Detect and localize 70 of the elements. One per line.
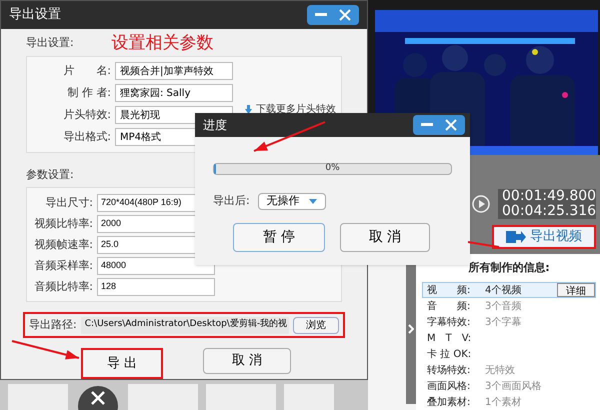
info-label: 音 频: (427, 300, 472, 314)
dialog-button[interactable]: 暂 停 (233, 223, 325, 252)
field-label: 导出尺寸: (44, 194, 94, 211)
arrow-icon (252, 120, 327, 153)
info-value: 3个音频 (485, 300, 522, 314)
field-label: 片头特效: (62, 107, 112, 124)
caret-icon (308, 199, 317, 204)
section-heading: 参数设置: (26, 166, 74, 183)
arrow-icon (10, 339, 81, 362)
play-icon[interactable] (472, 195, 490, 213)
info-label: 字幕特效: (427, 316, 472, 330)
progress-text: 0% (325, 162, 340, 176)
input-field[interactable]: 128 (97, 278, 215, 296)
minimize-icon[interactable] (421, 123, 433, 127)
field-label: 音频比特率: (33, 278, 94, 295)
info-row[interactable]: 叠加素材: 1个素材 (422, 394, 596, 410)
download-icon (245, 104, 252, 114)
field-label: 音频采样率: (33, 258, 94, 274)
thumbnail-slot[interactable] (206, 384, 276, 410)
info-label: 转场特效: (427, 364, 472, 378)
window-title: 导出设置 (9, 6, 61, 24)
input-field[interactable]: 48000 (97, 256, 215, 275)
export-icon (506, 230, 526, 244)
field-label: 导出路径: (29, 316, 77, 333)
thumbnail-slot[interactable] (284, 384, 334, 410)
info-row[interactable]: 卡 拉 OK: (422, 346, 596, 362)
field-label: 视频比特率: (33, 216, 94, 232)
info-label: 视 频: (427, 284, 472, 298)
field-label: 视频帧速率: (33, 236, 94, 253)
field-label: 片 名: (62, 63, 112, 80)
info-value: 无特效 (485, 364, 515, 378)
info-row[interactable]: 字幕特效: 3个字幕 (422, 314, 596, 330)
info-label: M T V: (427, 332, 472, 346)
download-link[interactable]: 下载更多片头特效 (256, 102, 336, 117)
input-field[interactable]: C:\Users\Administrator\Desktop\爱剪辑-我的视 (80, 316, 289, 334)
export-video-button[interactable]: 导出视频 (492, 225, 596, 249)
leader-line (468, 241, 500, 249)
info-row[interactable]: M T V: (422, 330, 596, 346)
info-value: 1个素材 (485, 396, 522, 410)
browse-button[interactable]: 浏览 (293, 316, 339, 334)
thumbnail-slot[interactable] (128, 384, 198, 410)
info-label: 叠加素材: (427, 396, 472, 410)
dropdown[interactable]: 无操作 (258, 193, 326, 210)
info-row[interactable]: 音 频: 3个音频 (422, 298, 596, 314)
chevron-icon (408, 324, 414, 334)
info-row[interactable]: 视 频: 4个视频 详细 (422, 282, 596, 298)
section-heading: 导出设置: (26, 35, 74, 52)
dialog-button[interactable]: 导 出 (81, 348, 163, 379)
annotation-text: 设置相关参数 (112, 34, 214, 52)
info-row[interactable]: 转场特效: 无特效 (422, 362, 596, 378)
input-field[interactable]: 狸窝家园: Sally (115, 84, 233, 102)
panel-title: 所有制作的信息: (467, 260, 551, 276)
close-icon[interactable] (339, 9, 351, 22)
thumbnail-slot[interactable] (8, 384, 68, 410)
info-value: 4个视频 (485, 284, 522, 298)
field-label: 制 作 者: (66, 85, 112, 102)
dialog-button[interactable]: 取 消 (340, 223, 430, 252)
info-label: 画面风格: (427, 380, 472, 394)
dialog-button[interactable]: 取 消 (203, 348, 291, 374)
close-icon[interactable] (445, 119, 457, 131)
field-label: 导出格式: (62, 129, 112, 146)
minimize-icon[interactable] (315, 13, 327, 18)
info-row[interactable]: 画面风格: 3个画面风格 (422, 378, 596, 394)
window-controls[interactable] (307, 5, 359, 26)
info-label: 卡 拉 OK: (427, 348, 472, 362)
detail-button[interactable]: 详细 (557, 283, 595, 297)
field-label: 导出后: (213, 193, 250, 210)
info-value: 3个画面风格 (485, 380, 542, 394)
info-value: 3个字幕 (485, 316, 522, 330)
input-field[interactable]: 视频合并|加掌声特效 (115, 62, 233, 80)
